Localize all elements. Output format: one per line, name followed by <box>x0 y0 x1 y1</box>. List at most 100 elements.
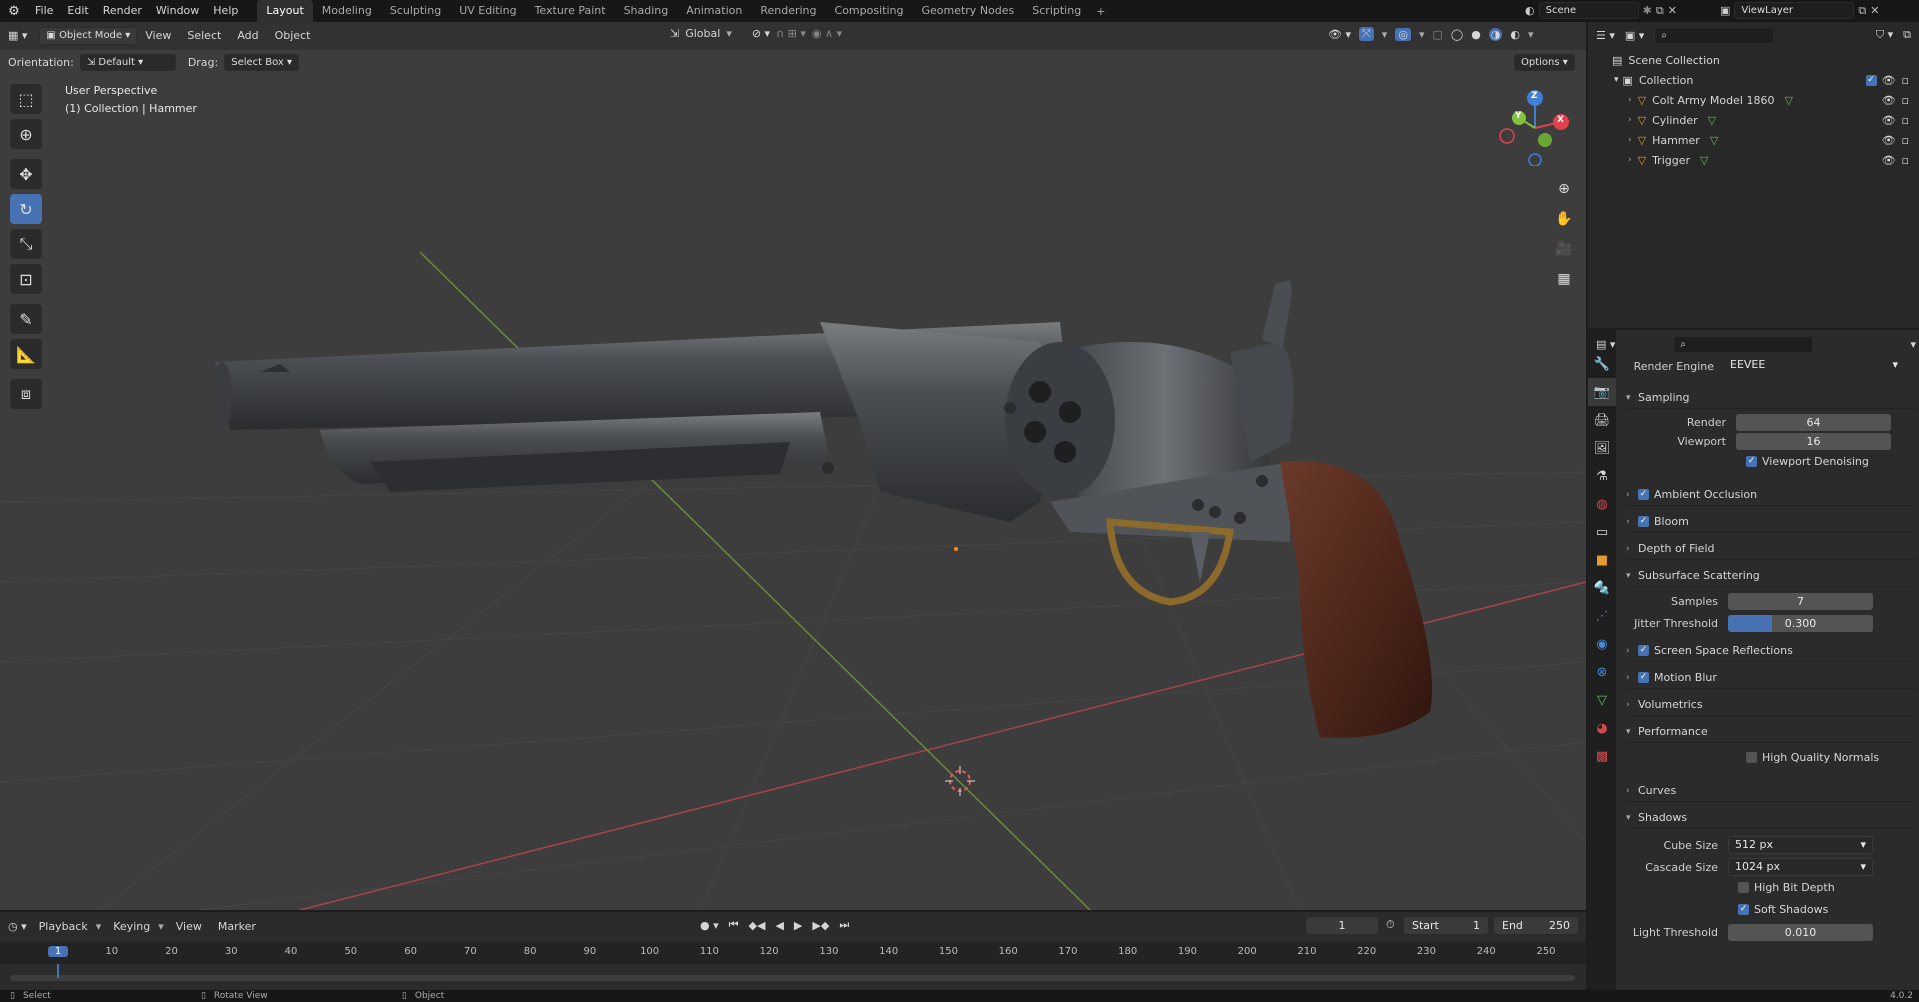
collection-camera-icon[interactable]: ▫ <box>1902 74 1909 87</box>
eye-icon[interactable]: 👁 <box>1882 114 1896 127</box>
outliner-item[interactable]: › ▽ Trigger ▽ 👁 ▫ <box>1588 150 1919 170</box>
scene-icon[interactable]: ◐ <box>1525 4 1535 17</box>
collection-row[interactable]: ▾ ▣ Collection ✓ 👁 ▫ <box>1588 70 1919 90</box>
camera-icon[interactable]: ▫ <box>1902 94 1909 107</box>
pivot-icon[interactable]: ⊘ ▾ <box>752 27 770 40</box>
sampling-panel-header[interactable]: ▾ Sampling <box>1626 387 1916 409</box>
ssr-checkbox[interactable]: ✓ <box>1638 645 1649 656</box>
new-view-layer-icon[interactable]: ⧉ <box>1858 4 1866 18</box>
properties-search[interactable]: ⌕ <box>1673 335 1814 353</box>
blender-logo-icon[interactable]: ⚙ <box>0 4 28 19</box>
3d-viewport[interactable]: ▦ ▾ ▣ Object Mode ▾ View Select Add Object … <box>0 22 1586 910</box>
scene-tab-icon[interactable]: ⚗ <box>1588 462 1616 490</box>
expand-icon[interactable]: › <box>1628 135 1632 145</box>
end-frame-field[interactable]: End 250 <box>1494 917 1578 934</box>
view-layer-tab-icon[interactable]: 🖼 <box>1588 434 1616 462</box>
play-reverse-icon[interactable]: ◀ <box>775 919 783 932</box>
timeline-editor-icon[interactable]: ◷ ▾ <box>8 920 27 933</box>
scene-collection-row[interactable]: ▤ Scene Collection <box>1588 50 1919 70</box>
timeline-menu-keying[interactable]: Keying <box>105 920 158 933</box>
workspace-tab-texture-paint[interactable]: Texture Paint <box>526 0 615 22</box>
drag-dropdown[interactable]: Select Box ▾ <box>224 53 300 71</box>
rotate-tool[interactable]: ↻ <box>10 194 42 224</box>
workspace-tab-modeling[interactable]: Modeling <box>313 0 381 22</box>
eye-icon[interactable]: 👁 <box>1882 94 1896 107</box>
sss-samples-field[interactable]: 7 <box>1728 593 1873 610</box>
cascade-size-dropdown[interactable]: 1024 px ▾ <box>1728 858 1873 876</box>
workspace-tab-layout[interactable]: Layout <box>257 0 313 22</box>
camera-icon[interactable]: ▫ <box>1902 134 1909 147</box>
start-frame-field[interactable]: Start 1 <box>1404 917 1488 934</box>
viewport-menu-object[interactable]: Object <box>267 22 319 50</box>
viewport-denoising-checkbox[interactable]: ✓ <box>1746 456 1757 467</box>
delete-view-layer-icon[interactable]: ✕ <box>1870 4 1879 17</box>
viewport-menu-add[interactable]: Add <box>229 22 266 50</box>
menu-window[interactable]: Window <box>149 0 206 22</box>
jump-keyframe-forward-icon[interactable]: ▶◆ <box>812 919 829 932</box>
workspace-tab-rendering[interactable]: Rendering <box>751 0 825 22</box>
properties-options-icon[interactable]: ▾ <box>1910 338 1916 351</box>
render-samples-field[interactable]: 64 <box>1736 414 1891 431</box>
select-box-tool[interactable]: ⬚ <box>10 84 42 114</box>
options-dropdown[interactable]: Options ▾ <box>1514 53 1575 71</box>
new-scene-icon[interactable]: ⧉ <box>1656 4 1664 18</box>
texture-tab-icon[interactable]: ▩ <box>1588 742 1616 770</box>
view-layer-icon[interactable]: ▣ <box>1720 4 1730 17</box>
material-tab-icon[interactable]: ◕ <box>1588 714 1616 742</box>
pan-hand-icon[interactable]: ✋ <box>1551 206 1577 232</box>
preview-range-icon[interactable]: ⏱ <box>1386 918 1395 932</box>
transform-tool[interactable]: ⊡ <box>10 264 42 294</box>
workspace-tab-compositing[interactable]: Compositing <box>826 0 913 22</box>
high-quality-normals-checkbox[interactable] <box>1746 752 1757 763</box>
auto-keying-icon[interactable]: ● ▾ <box>700 919 719 932</box>
workspace-tab-scripting[interactable]: Scripting <box>1023 0 1090 22</box>
menu-file[interactable]: File <box>28 0 60 22</box>
mesh-data-icon[interactable]: ▽ <box>1708 114 1716 127</box>
mesh-data-icon[interactable]: ▽ <box>1710 134 1718 147</box>
depth-of-field-panel-header[interactable]: › Depth of Field <box>1626 538 1916 560</box>
menu-help[interactable]: Help <box>206 0 245 22</box>
overlay-toggle-icon[interactable]: ◎ <box>1395 27 1411 41</box>
shadows-panel-header[interactable]: ▾ Shadows <box>1626 807 1916 829</box>
snap-icon[interactable]: ∩ ⊞ ▾ <box>776 27 806 40</box>
timeline-menu-view[interactable]: View <box>168 920 210 933</box>
render-engine-dropdown[interactable]: EEVEE ▾ <box>1724 357 1904 375</box>
workspace-tab-geometry-nodes[interactable]: Geometry Nodes <box>912 0 1023 22</box>
particles-tab-icon[interactable]: ⋰ <box>1588 602 1616 630</box>
shading-options-icon[interactable]: ▾ <box>1528 28 1534 41</box>
camera-view-icon[interactable]: 🎥 <box>1551 236 1577 262</box>
volumetrics-panel-header[interactable]: › Volumetrics <box>1626 694 1916 716</box>
collection-eye-icon[interactable]: 👁 <box>1882 74 1896 87</box>
render-tab-icon[interactable]: 📷 <box>1588 378 1616 406</box>
jump-end-icon[interactable]: ⏭ <box>839 918 849 932</box>
navigation-gizmo[interactable]: Z X Y <box>1495 86 1575 167</box>
display-mode-icon[interactable]: ▣ ▾ <box>1625 29 1644 42</box>
ssr-panel-header[interactable]: › ✓ Screen Space Reflections <box>1626 640 1916 662</box>
delete-scene-icon[interactable]: ✕ <box>1668 4 1677 17</box>
transform-orientation-dropdown[interactable]: Global <box>685 27 720 40</box>
rendered-shading-icon[interactable]: ◐ <box>1510 28 1520 41</box>
pin-icon[interactable]: ✱ <box>1643 4 1652 17</box>
ambient-occlusion-checkbox[interactable]: ✓ <box>1638 489 1649 500</box>
add-cube-tool[interactable]: ⧈ <box>10 379 42 409</box>
physics-tab-icon[interactable]: ◉ <box>1588 630 1616 658</box>
workspace-tab-uv-editing[interactable]: UV Editing <box>450 0 525 22</box>
annotate-tool[interactable]: ✎ <box>10 304 42 334</box>
view-layer-field[interactable]: ViewLayer <box>1734 2 1855 19</box>
viewport-samples-field[interactable]: 16 <box>1736 433 1891 450</box>
ambient-occlusion-panel-header[interactable]: › ✓ Ambient Occlusion <box>1626 484 1916 506</box>
bloom-checkbox[interactable]: ✓ <box>1638 516 1649 527</box>
move-tool[interactable]: ✥ <box>10 159 42 189</box>
light-threshold-field[interactable]: 0.010 <box>1728 924 1873 941</box>
eye-icon[interactable]: 👁 <box>1882 154 1896 167</box>
outliner-search[interactable]: ⌕ <box>1654 26 1775 44</box>
jitter-threshold-slider[interactable]: 0.300 <box>1728 615 1873 632</box>
collection-expand-icon[interactable]: ▾ <box>1614 75 1619 85</box>
proportional-edit-icon[interactable]: ◉ ∧ ▾ <box>812 27 842 40</box>
viewport-menu-view[interactable]: View <box>137 22 179 50</box>
mode-dropdown[interactable]: ▣ Object Mode ▾ <box>39 27 138 45</box>
constraints-tab-icon[interactable]: ⊗ <box>1588 658 1616 686</box>
gizmo-toggle-icon[interactable]: ⤧ <box>1358 27 1374 41</box>
eye-icon[interactable]: 👁 <box>1882 134 1896 147</box>
outliner-item[interactable]: › ▽ Cylinder ▽ 👁 ▫ <box>1588 110 1919 130</box>
